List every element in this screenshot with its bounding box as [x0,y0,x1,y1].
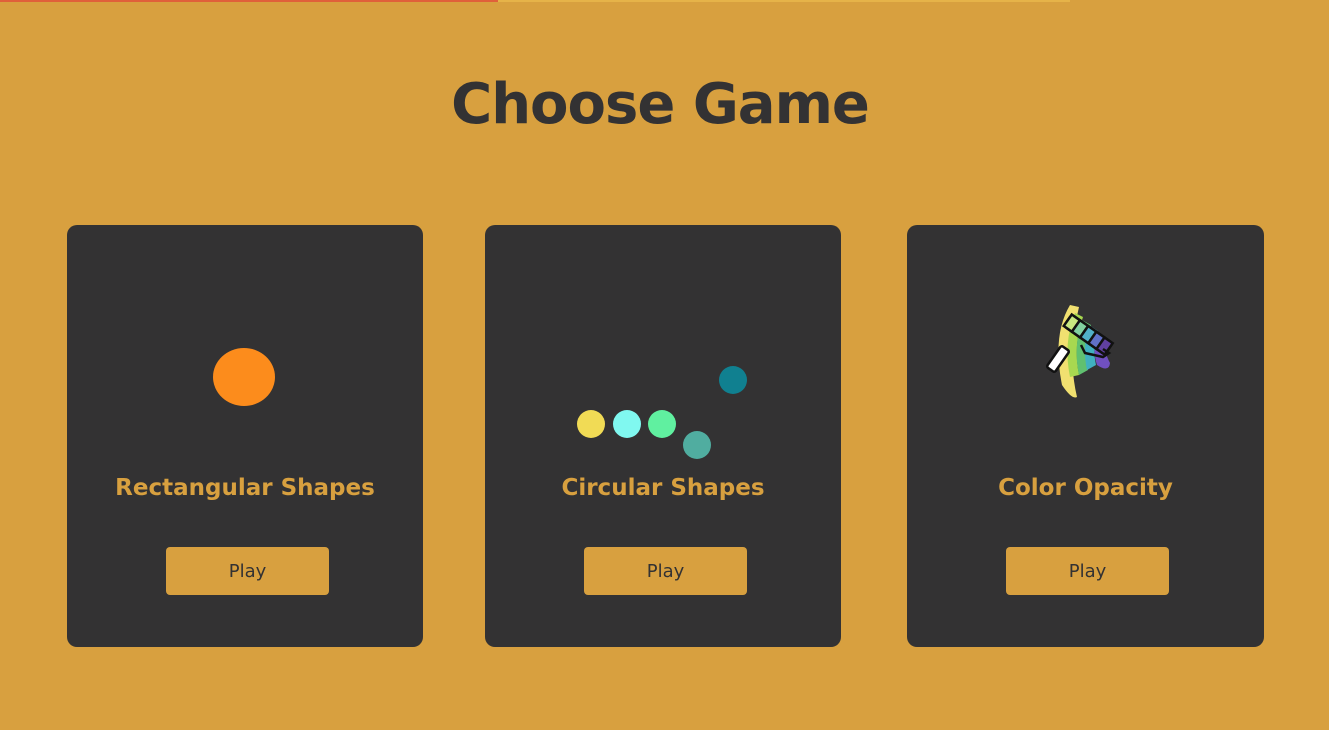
choose-game-page: Choose Game Rectangular Shapes Play Circ… [0,0,1329,730]
play-button-color-opacity[interactable]: Play [1006,547,1169,595]
paint-palette-roller-icon [1045,305,1115,398]
loading-progress-bar [0,0,498,2]
page-title: Choose Game [451,72,870,137]
play-button-rectangular-shapes[interactable]: Play [166,547,329,595]
game-card-circular-shapes: Circular Shapes Play [485,225,841,647]
game-card-rectangular-shapes: Rectangular Shapes Play [67,225,423,647]
game-card-title: Circular Shapes [561,475,765,501]
game-card-title: Rectangular Shapes [115,475,375,501]
game-card-color-opacity: Color Opacity Play [907,225,1264,647]
play-button-circular-shapes[interactable]: Play [584,547,747,595]
loading-progress-track [498,0,1070,2]
colored-dots-icon [577,366,747,459]
game-card-title: Color Opacity [998,475,1173,501]
orange-circle-icon [213,348,275,406]
